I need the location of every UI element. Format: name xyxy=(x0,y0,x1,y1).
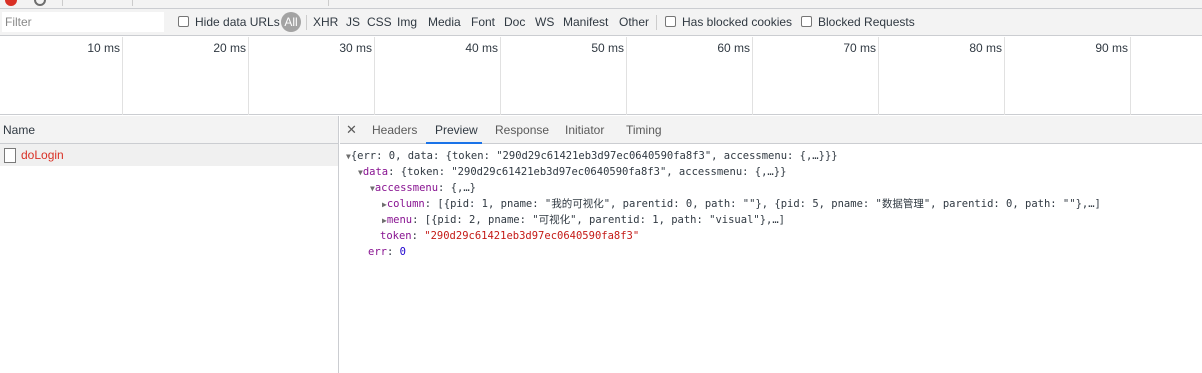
filter-type-doc[interactable]: Doc xyxy=(504,15,525,29)
timeline-gridline xyxy=(626,37,627,115)
hide-data-urls-label[interactable]: Hide data URLs xyxy=(195,15,280,29)
tab-response[interactable]: Response xyxy=(495,123,549,137)
json-preview: ▼{err: 0, data: {token: "290d29c61421eb3… xyxy=(340,148,1101,373)
filter-type-js[interactable]: JS xyxy=(346,15,360,29)
filter-divider xyxy=(306,15,307,30)
filter-type-manifest[interactable]: Manifest xyxy=(563,15,608,29)
tab-preview[interactable]: Preview xyxy=(435,123,478,137)
json-line-accessmenu[interactable]: ▼accessmenu: {,…} xyxy=(370,180,476,197)
filter-type-media[interactable]: Media xyxy=(428,15,461,29)
filter-type-font[interactable]: Font xyxy=(471,15,495,29)
toolbar-divider xyxy=(62,0,63,6)
hide-data-urls-checkbox[interactable] xyxy=(178,16,189,27)
record-icon[interactable] xyxy=(5,0,17,6)
timeline-gridline xyxy=(374,37,375,115)
filter-input[interactable] xyxy=(2,12,164,32)
filter-type-xhr[interactable]: XHR xyxy=(313,15,338,29)
close-icon[interactable]: ✕ xyxy=(346,122,357,138)
toolbar-divider xyxy=(328,0,329,6)
has-blocked-cookies-label[interactable]: Has blocked cookies xyxy=(682,15,792,29)
active-tab-indicator xyxy=(426,142,482,144)
timeline-gridline xyxy=(878,37,879,115)
filter-type-all[interactable]: All xyxy=(281,12,301,32)
timeline-tick: 50 ms xyxy=(591,41,624,55)
json-line-root[interactable]: ▼{err: 0, data: {token: "290d29c61421eb3… xyxy=(346,148,838,165)
filter-type-css[interactable]: CSS xyxy=(367,15,392,29)
request-row[interactable]: doLogin xyxy=(0,144,338,166)
filter-type-ws[interactable]: WS xyxy=(535,15,554,29)
filter-type-other[interactable]: Other xyxy=(619,15,649,29)
json-line-err: err: 0 xyxy=(368,246,406,258)
filter-bar: Hide data URLs All XHR JS CSS Img Media … xyxy=(0,9,1202,36)
network-toolbar xyxy=(0,0,1202,9)
json-line-menu[interactable]: ▶menu: [{pid: 2, pname: "可视化", parentid:… xyxy=(382,212,785,229)
timeline-gridline xyxy=(500,37,501,115)
timeline-gridline xyxy=(1130,37,1131,115)
timeline-tick: 30 ms xyxy=(339,41,372,55)
timeline-tick: 80 ms xyxy=(969,41,1002,55)
timeline-tick: 60 ms xyxy=(717,41,750,55)
tab-headers[interactable]: Headers xyxy=(372,123,417,137)
timeline-tick: 70 ms xyxy=(843,41,876,55)
timeline-overview[interactable]: 10 ms 20 ms 30 ms 40 ms 50 ms 60 ms 70 m… xyxy=(0,37,1202,115)
document-icon xyxy=(4,147,16,163)
json-line-data[interactable]: ▼data: {token: "290d29c61421eb3d97ec0640… xyxy=(358,164,786,181)
timeline-gridline xyxy=(1004,37,1005,115)
timeline-tick: 20 ms xyxy=(213,41,246,55)
timeline-tick: 40 ms xyxy=(465,41,498,55)
request-list: Name doLogin xyxy=(0,116,339,373)
name-column-header[interactable]: Name xyxy=(0,116,338,144)
filter-type-img[interactable]: Img xyxy=(397,15,417,29)
clear-icon[interactable] xyxy=(34,0,46,6)
json-line-column[interactable]: ▶column: [{pid: 1, pname: "我的可视化", paren… xyxy=(382,196,1101,213)
timeline-tick: 90 ms xyxy=(1095,41,1128,55)
tab-initiator[interactable]: Initiator xyxy=(565,123,604,137)
tab-timing[interactable]: Timing xyxy=(626,123,662,137)
detail-tabs: ✕ Headers Preview Response Initiator Tim… xyxy=(340,116,1202,144)
request-name[interactable]: doLogin xyxy=(21,148,64,162)
request-detail: ✕ Headers Preview Response Initiator Tim… xyxy=(340,116,1202,373)
blocked-requests-label[interactable]: Blocked Requests xyxy=(818,15,915,29)
has-blocked-cookies-checkbox[interactable] xyxy=(665,16,676,27)
json-line-token: token: "290d29c61421eb3d97ec0640590fa8f3… xyxy=(380,230,640,242)
timeline-gridline xyxy=(122,37,123,115)
timeline-tick: 10 ms xyxy=(87,41,120,55)
toolbar-divider xyxy=(132,0,133,6)
filter-divider xyxy=(656,15,657,30)
blocked-requests-checkbox[interactable] xyxy=(801,16,812,27)
timeline-gridline xyxy=(752,37,753,115)
timeline-gridline xyxy=(248,37,249,115)
